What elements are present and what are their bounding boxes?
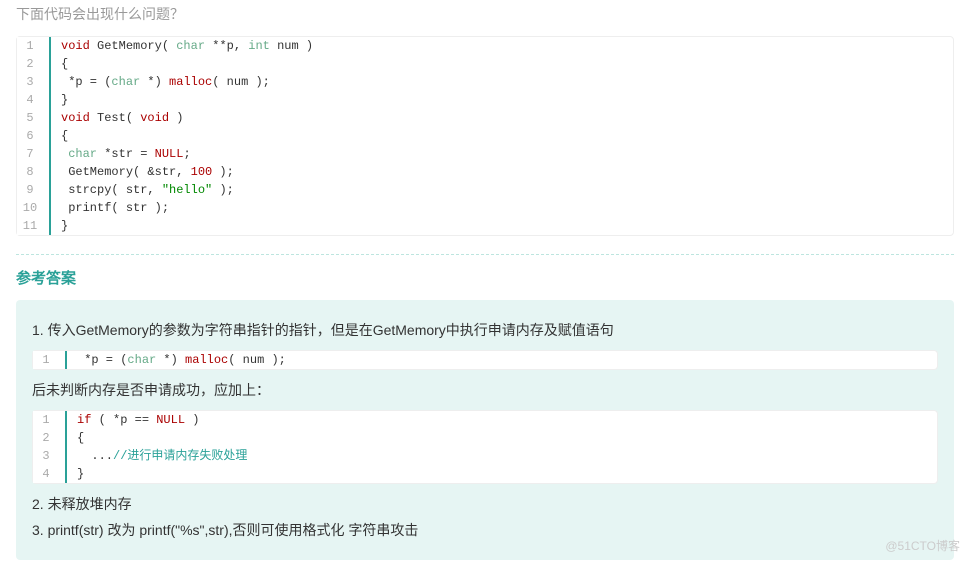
line-number: 3 (17, 73, 51, 91)
answer-para-3: 2. 未释放堆内存 (32, 494, 938, 514)
code-text: ...//进行申请内存失败处理 (67, 447, 247, 465)
answer-body: 1. 传入GetMemory的参数为字符串指针的指针，但是在GetMemory中… (16, 300, 954, 560)
code-text: } (67, 465, 84, 483)
code-line: 1if ( *p == NULL ) (33, 411, 937, 429)
line-number: 8 (17, 163, 51, 181)
code-line: 2{ (17, 55, 953, 73)
code-line: 7 char *str = NULL; (17, 145, 953, 163)
code-text: char *str = NULL; (51, 145, 191, 163)
line-number: 7 (17, 145, 51, 163)
answer-para-1: 1. 传入GetMemory的参数为字符串指针的指针，但是在GetMemory中… (32, 320, 938, 340)
answer-para-4: 3. printf(str) 改为 printf("%s",str),否则可使用… (32, 520, 938, 540)
line-number: 1 (17, 37, 51, 55)
line-number: 4 (17, 91, 51, 109)
question-text: 下面代码会出现什么问题？ (0, 0, 970, 36)
code-line: 5void Test( void ) (17, 109, 953, 127)
code-line: 3 *p = (char *) malloc( num ); (17, 73, 953, 91)
code-text: { (67, 429, 84, 447)
line-number: 3 (33, 447, 67, 465)
code-block-1: 1void GetMemory( char **p, int num )2{3 … (16, 36, 954, 236)
code-line: 4} (33, 465, 937, 483)
code-line: 3 ...//进行申请内存失败处理 (33, 447, 937, 465)
line-number: 11 (17, 217, 51, 235)
line-number: 5 (17, 109, 51, 127)
code-text: void GetMemory( char **p, int num ) (51, 37, 313, 55)
line-number: 2 (33, 429, 67, 447)
code-line: 11} (17, 217, 953, 235)
code-line: 9 strcpy( str, "hello" ); (17, 181, 953, 199)
answer-para-2: 后未判断内存是否申请成功，应加上： (32, 380, 938, 400)
code-line: 1 *p = (char *) malloc( num ); (33, 351, 937, 369)
answer-section: 参考答案 1. 传入GetMemory的参数为字符串指针的指针，但是在GetMe… (16, 254, 954, 560)
code-text: { (51, 127, 68, 145)
code-text: } (51, 217, 68, 235)
code-line: 1void GetMemory( char **p, int num ) (17, 37, 953, 55)
code-text: GetMemory( &str, 100 ); (51, 163, 234, 181)
code-text: strcpy( str, "hello" ); (51, 181, 234, 199)
code-text: { (51, 55, 68, 73)
line-number: 6 (17, 127, 51, 145)
line-number: 1 (33, 411, 67, 429)
code-text: if ( *p == NULL ) (67, 411, 199, 429)
code-text: void Test( void ) (51, 109, 183, 127)
code-text: } (51, 91, 68, 109)
answer-title: 参考答案 (16, 267, 954, 288)
code-line: 8 GetMemory( &str, 100 ); (17, 163, 953, 181)
line-number: 1 (33, 351, 67, 369)
line-number: 2 (17, 55, 51, 73)
code-line: 2{ (33, 429, 937, 447)
code-text: *p = (char *) malloc( num ); (67, 351, 286, 369)
line-number: 10 (17, 199, 51, 217)
code-block-2: 1 *p = (char *) malloc( num ); (32, 350, 938, 370)
code-line: 6{ (17, 127, 953, 145)
code-text: *p = (char *) malloc( num ); (51, 73, 270, 91)
line-number: 9 (17, 181, 51, 199)
line-number: 4 (33, 465, 67, 483)
code-text: printf( str ); (51, 199, 169, 217)
code-line: 10 printf( str ); (17, 199, 953, 217)
code-block-3: 1if ( *p == NULL )2{3 ...//进行申请内存失败处理4} (32, 410, 938, 484)
watermark: @51CTO博客 (885, 537, 960, 554)
code-line: 4} (17, 91, 953, 109)
